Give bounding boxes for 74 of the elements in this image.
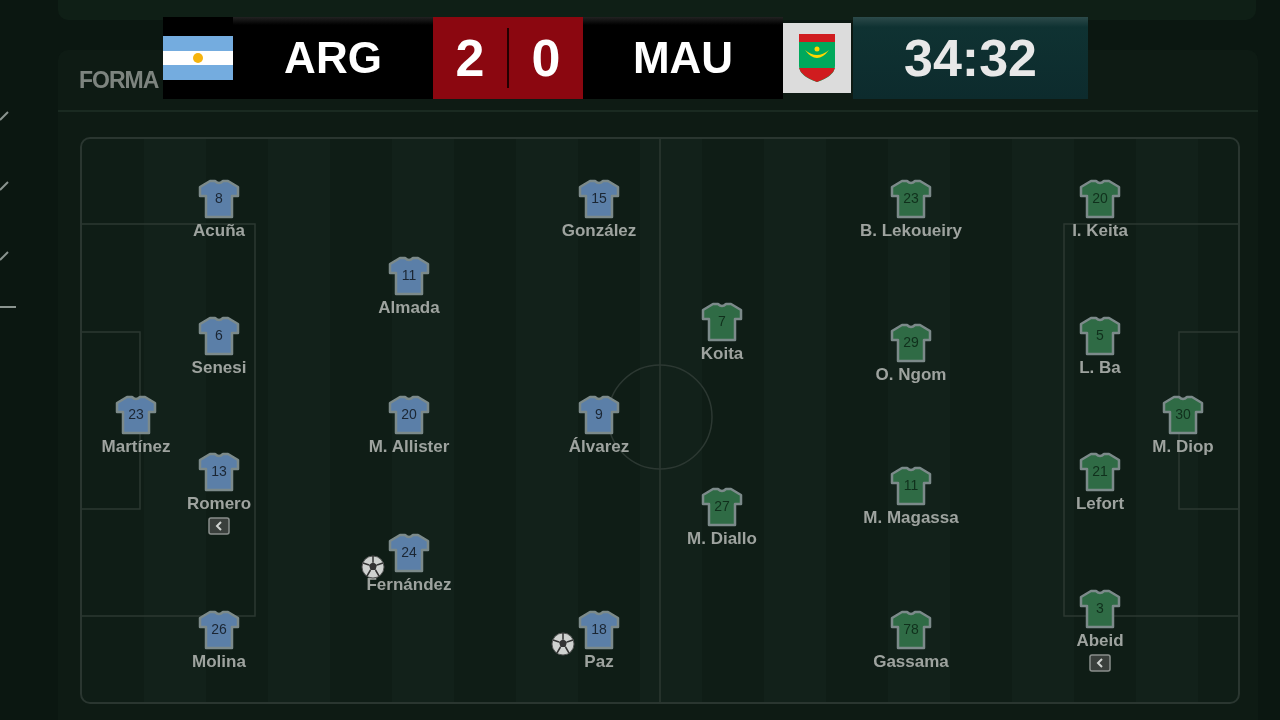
jersey-number: 29 — [903, 333, 919, 350]
jersey-number: 6 — [215, 326, 223, 343]
flag-icon — [163, 36, 233, 80]
jersey-number: 13 — [211, 463, 227, 480]
jersey-icon — [1079, 588, 1121, 629]
player-name: O. Ngom — [875, 364, 947, 385]
jersey-icon — [388, 533, 430, 574]
player-name: Senesi — [191, 357, 247, 378]
jersey-icon — [198, 315, 240, 356]
jersey-icon — [1162, 394, 1204, 435]
jersey-number: 5 — [1096, 326, 1104, 343]
jersey-number: 24 — [401, 544, 417, 561]
player-name: Molina — [192, 651, 246, 672]
jersey-icon — [388, 394, 430, 435]
jersey-icon — [890, 466, 932, 507]
jersey-number: 8 — [215, 190, 223, 206]
jersey-number: 27 — [714, 498, 730, 514]
shield-icon — [797, 32, 837, 84]
jersey-icon — [388, 255, 430, 296]
score: 0 — [530, 28, 562, 88]
player-name: Almada — [378, 297, 440, 318]
jersey-icon — [578, 179, 620, 219]
jersey-icon — [701, 302, 743, 342]
player-name: Martínez — [101, 436, 171, 457]
player-name: González — [561, 221, 637, 241]
jersey-number: 11 — [401, 266, 417, 283]
player-name: Acuña — [193, 221, 245, 241]
player-name: M. Magassa — [863, 508, 959, 529]
team-code: MAU — [583, 17, 783, 99]
jersey-icon — [1079, 452, 1121, 493]
jersey-number: 23 — [128, 405, 144, 422]
jersey-icon — [1079, 179, 1121, 219]
jersey-number: 15 — [591, 190, 607, 206]
jersey-icon — [1079, 315, 1121, 356]
player-name: M. Diallo — [687, 529, 757, 549]
jersey-number: 7 — [718, 313, 726, 329]
player-name: L. Ba — [1079, 357, 1121, 378]
jersey-icon — [115, 394, 157, 435]
player-name: Koita — [700, 344, 744, 364]
jersey-number: 21 — [1092, 463, 1108, 480]
team-code: ARG — [233, 17, 433, 99]
jersey-number: 78 — [903, 620, 919, 637]
jersey-icon — [890, 322, 932, 363]
jersey-number: 26 — [211, 620, 227, 637]
player-name: M. Allister — [368, 436, 450, 457]
jersey-number: 20 — [401, 405, 417, 422]
section-title: FORMA — [79, 66, 159, 94]
jersey-number: 30 — [1175, 405, 1191, 422]
jersey-icon — [578, 610, 620, 650]
jersey-number: 20 — [1092, 190, 1108, 206]
player-name: Romero — [186, 494, 252, 515]
jersey-icon — [578, 394, 620, 435]
jersey-icon — [198, 609, 240, 650]
score: 2 — [454, 28, 486, 88]
jersey-icon — [890, 609, 932, 650]
jersey-number: 11 — [903, 477, 919, 494]
player-name: Lefort — [1075, 494, 1125, 515]
jersey-icon — [701, 487, 743, 527]
match-clock: 34:32 — [853, 17, 1088, 99]
player-name: I. Keita — [1072, 221, 1128, 241]
jersey-number: 3 — [1096, 599, 1104, 616]
player-name: Álvarez — [568, 436, 630, 457]
player-name: Fernández — [366, 575, 452, 596]
player-name: Paz — [584, 652, 614, 672]
jersey-icon — [198, 179, 240, 219]
player-name: Gassama — [873, 651, 949, 672]
player-name: B. Lekoueiry — [860, 221, 963, 241]
jersey-number: 18 — [591, 621, 607, 637]
jersey-number: 23 — [903, 190, 919, 206]
jersey-icon — [198, 452, 240, 493]
player-name: M. Diop — [1152, 436, 1214, 457]
player-name: Abeid — [1076, 630, 1124, 651]
jersey-number: 9 — [595, 405, 603, 422]
jersey-icon — [890, 179, 932, 219]
